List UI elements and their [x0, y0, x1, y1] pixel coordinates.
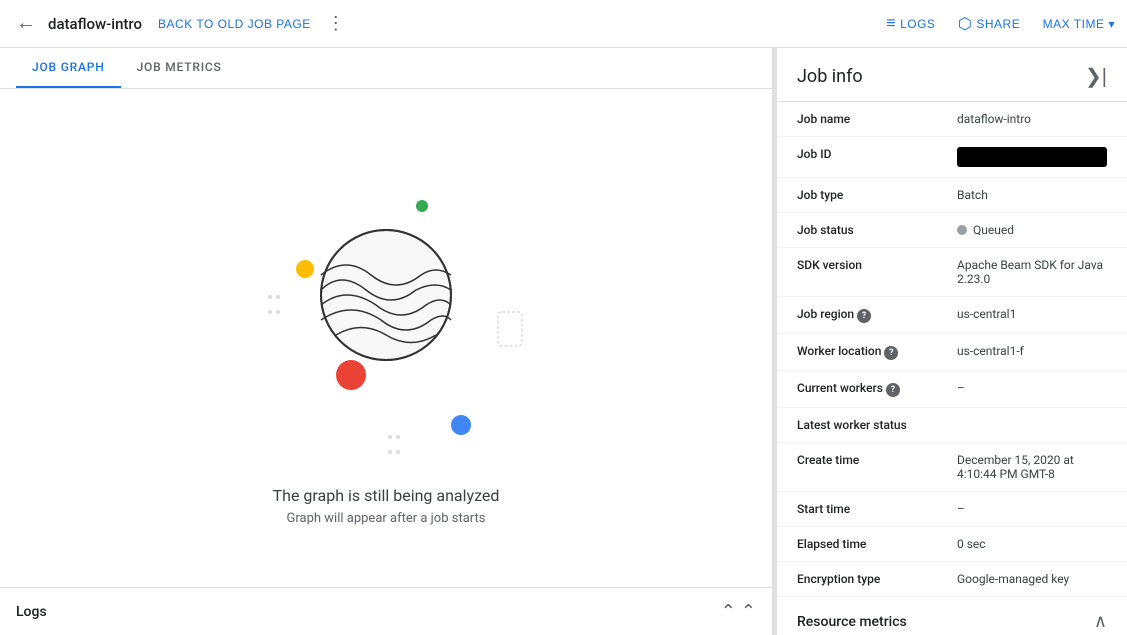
- graph-area: The graph is still being analyzed Graph …: [0, 89, 772, 587]
- info-row-job-type: Job type Batch: [777, 178, 1127, 213]
- info-row-job-status: Job status Queued: [777, 213, 1127, 248]
- more-options-button[interactable]: ⋮: [319, 9, 353, 38]
- status-label: Queued: [973, 223, 1014, 237]
- info-row-job-name: Job name dataflow-intro: [777, 102, 1127, 137]
- info-row-worker-location: Worker location ? us-central1-f: [777, 334, 1127, 371]
- tab-job-metrics[interactable]: JOB METRICS: [121, 48, 238, 88]
- more-icon: ⋮: [327, 13, 345, 33]
- info-row-current-workers: Current workers ? –: [777, 371, 1127, 408]
- collapse-panel-button[interactable]: ❯|: [1085, 64, 1107, 89]
- dots-cluster-right: [496, 310, 526, 354]
- max-time-button[interactable]: MAX TIME ▾: [1043, 17, 1115, 31]
- dot-yellow: [296, 260, 314, 278]
- chevron-up-icon: ⌃: [721, 601, 736, 621]
- status-dot: [957, 225, 967, 235]
- info-row-encryption-type: Encryption type Google-managed key: [777, 562, 1127, 597]
- logs-label: Logs: [16, 604, 47, 620]
- info-row-sdk-version: SDK version Apache Beam SDK for Java 2.2…: [777, 248, 1127, 297]
- info-row-elapsed-time: Elapsed time 0 sec: [777, 527, 1127, 562]
- job-info-table: Job name dataflow-intro Job ID Job type …: [777, 102, 1127, 597]
- collapse-icon: ❯|: [1085, 66, 1107, 88]
- dots-cluster-left: [266, 290, 282, 320]
- main-layout: JOB GRAPH JOB METRICS: [0, 48, 1127, 635]
- dots-cluster-bottom: [386, 430, 402, 460]
- graph-analyzing-sub: Graph will appear after a job starts: [273, 511, 500, 526]
- share-button[interactable]: ⬡ SHARE: [958, 14, 1020, 34]
- job-info-title: Job info: [797, 66, 863, 87]
- info-row-start-time: Start time –: [777, 492, 1127, 527]
- graph-analyzing-title: The graph is still being analyzed: [273, 486, 500, 505]
- graph-message: The graph is still being analyzed Graph …: [273, 486, 500, 526]
- info-row-job-id: Job ID: [777, 137, 1127, 178]
- globe-svg: [316, 225, 456, 365]
- tab-bar: JOB GRAPH JOB METRICS: [0, 48, 772, 89]
- dot-green: [416, 200, 428, 212]
- resource-metrics-title: Resource metrics: [797, 614, 907, 630]
- job-id-redacted: [957, 147, 1107, 167]
- info-row-job-region: Job region ? us-central1: [777, 297, 1127, 334]
- resource-metrics-header: Resource metrics ∧: [777, 597, 1127, 635]
- app-header: ← dataflow-intro BACK TO OLD JOB PAGE ⋮ …: [0, 0, 1127, 48]
- job-info-header: Job info ❯|: [777, 48, 1127, 102]
- job-region-help[interactable]: ?: [857, 309, 871, 323]
- chevron-down-icon: ▾: [1108, 17, 1115, 31]
- current-workers-help[interactable]: ?: [886, 383, 900, 397]
- graph-illustration: [236, 150, 536, 470]
- logs-icon: ≡: [886, 15, 896, 33]
- tab-job-graph[interactable]: JOB GRAPH: [16, 48, 121, 88]
- back-button[interactable]: ←: [12, 8, 40, 39]
- collapse-up-icon: ∧: [1094, 611, 1107, 631]
- logs-bar: Logs ⌃ ⌃: [0, 587, 772, 635]
- info-row-create-time: Create time December 15, 2020 at 4:10:44…: [777, 443, 1127, 492]
- logs-toggle-button[interactable]: ⌃ ⌃: [721, 601, 756, 622]
- dot-blue: [451, 415, 471, 435]
- resource-metrics-collapse-button[interactable]: ∧: [1094, 611, 1107, 632]
- info-row-latest-worker-status: Latest worker status: [777, 408, 1127, 443]
- chevron-up-icon-2: ⌃: [741, 601, 756, 621]
- status-badge: Queued: [957, 223, 1107, 237]
- back-to-old-job-button[interactable]: BACK TO OLD JOB PAGE: [158, 17, 311, 31]
- logs-button[interactable]: ≡ LOGS: [886, 15, 935, 33]
- share-icon: ⬡: [958, 14, 972, 34]
- worker-location-help[interactable]: ?: [884, 346, 898, 360]
- back-arrow-icon: ←: [16, 12, 36, 35]
- right-panel: Job info ❯| Job name dataflow-intro Job …: [777, 48, 1127, 635]
- page-title: dataflow-intro: [48, 15, 142, 33]
- left-panel: JOB GRAPH JOB METRICS: [0, 48, 773, 635]
